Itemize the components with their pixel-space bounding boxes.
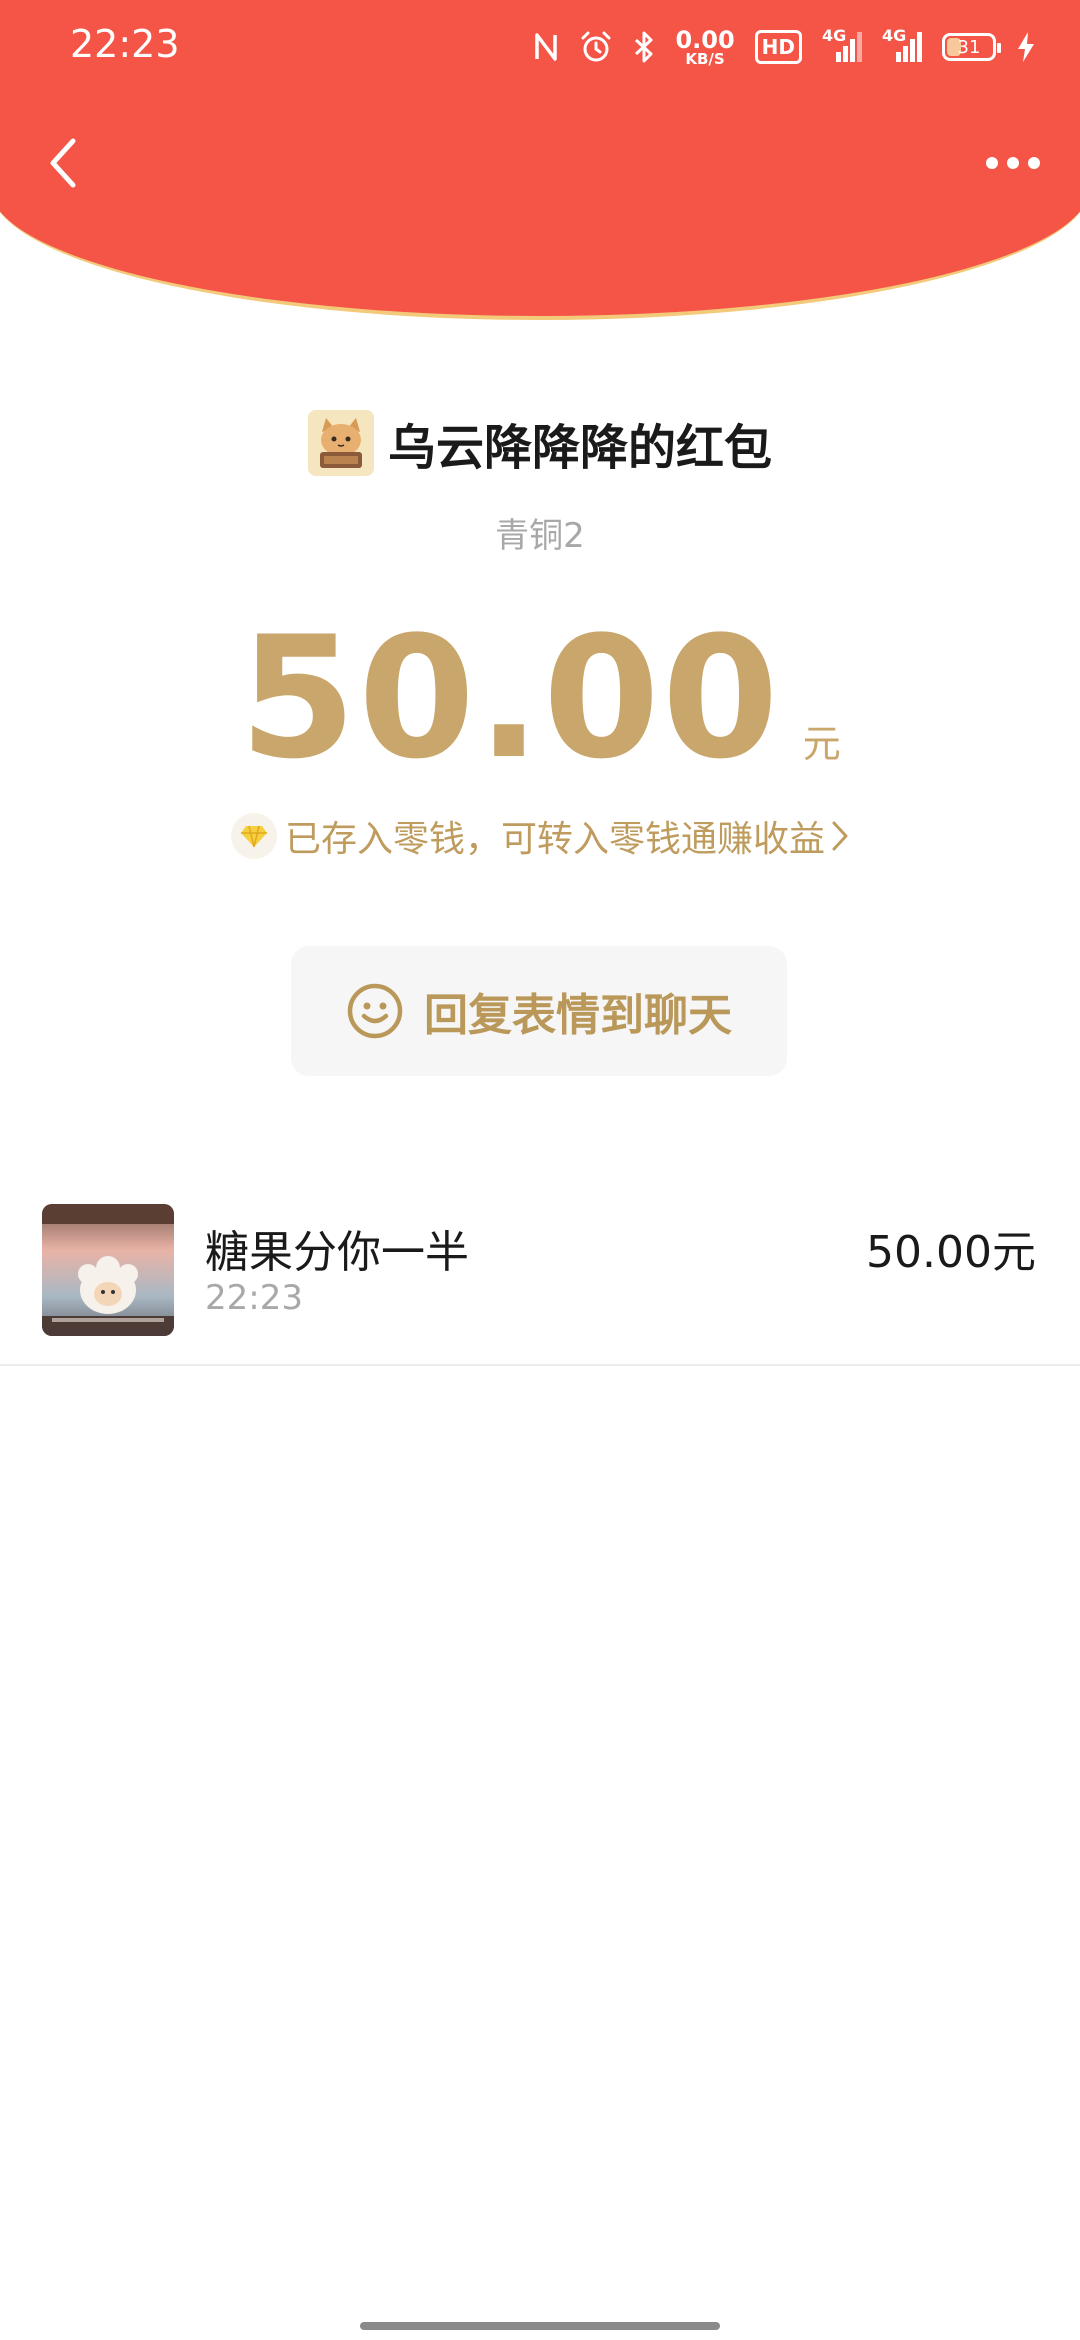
change-notice-link[interactable]: 已存入零钱，可转入零钱通赚收益 [0,810,1080,862]
status-icons: 0.00 KB/S HD 4G 4G 31 [533,22,1036,72]
signal-label-1: 4G [822,26,847,45]
alarm-icon [579,30,613,64]
record-amount: 50.00元 [866,1227,1036,1278]
amount-unit: 元 [802,722,841,766]
back-chevron-icon [50,138,76,188]
charging-icon [1016,30,1036,64]
sender-level: 青铜2 [495,516,585,556]
bluetooth-icon [633,30,655,64]
home-indicator[interactable] [360,2322,720,2330]
change-notice-text: 已存入零钱，可转入零钱通赚收益 [284,819,825,860]
signal-label-2: 4G [882,26,907,45]
sender-title: 乌云降降降的红包 [387,420,772,476]
red-packet-detail-page: 22:23 0.00 KB/S HD 4G 4G 31 乌云降降降的红包 青铜2… [0,0,1080,2340]
network-speed-value: 0.00 [675,25,735,54]
reply-sticker-label: 回复表情到聊天 [424,990,732,1041]
amount-value: 50.00 [239,600,781,796]
status-bar: 22:23 0.00 KB/S HD 4G 4G 31 [0,0,1080,96]
more-dots-icon [986,157,1040,169]
back-button[interactable] [28,128,98,198]
network-speed-unit: KB/S [685,49,725,68]
sender-row: 乌云降降降的红包 [0,408,1080,478]
sender-avatar[interactable] [307,410,374,476]
battery-indicator: 31 [942,33,1001,61]
amount-row: 50.00 元 [0,600,1080,796]
status-time: 22:23 [70,22,180,66]
battery-level: 31 [957,36,981,58]
hd-badge: HD [754,30,802,64]
signal-icon-1: 4G [822,26,862,64]
nfc-icon [533,31,559,63]
more-button[interactable] [968,128,1058,198]
signal-icon-2: 4G [882,26,922,64]
network-speed: 0.00 KB/S [675,28,734,67]
diamond-icon [230,813,277,859]
list-item[interactable]: 糖果分你一半 22:23 50.00元 [0,1186,1080,1366]
chevron-right-icon [832,821,848,851]
record-name: 糖果分你一半 [205,1227,469,1278]
avatar[interactable] [42,1204,174,1336]
record-time: 22:23 [205,1278,303,1318]
reply-sticker-button[interactable]: 回复表情到聊天 [291,946,787,1076]
smiley-icon [347,983,403,1039]
